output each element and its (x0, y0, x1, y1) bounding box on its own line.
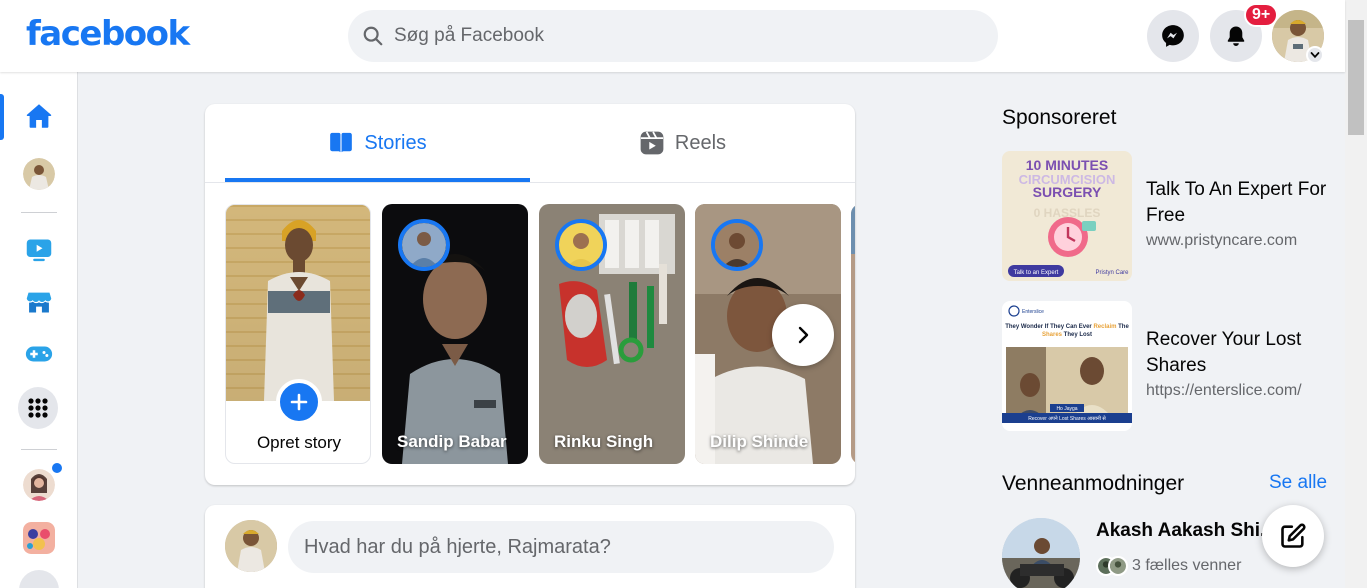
ad-brand: Pristyn Care (1095, 270, 1129, 276)
messenger-icon (1162, 25, 1184, 47)
book-icon (330, 132, 353, 153)
reels-icon (640, 131, 664, 155)
ad-title[interactable]: Talk To An Expert For Free (1146, 177, 1336, 229)
story-author-avatar (711, 219, 763, 271)
scrollbar-thumb[interactable] (1348, 20, 1364, 135)
plus-icon (290, 393, 308, 411)
rail-gaming[interactable] (19, 334, 59, 374)
post-composer: Hvad har du på hjerte, Rajmarata? (205, 505, 855, 588)
new-message-button[interactable] (1262, 505, 1324, 567)
story-photo (851, 204, 855, 464)
grid-icon (28, 398, 48, 418)
story-author-avatar (555, 219, 607, 271)
messenger-button[interactable] (1147, 10, 1199, 62)
ad-headline: 10 MINUTES (1026, 157, 1108, 173)
tab-reels-label: Reels (674, 131, 727, 154)
ad-image[interactable]: 10 MINUTES CIRCUMCISION SURGERY 0 HASSLE… (1002, 151, 1132, 281)
mutual-friends: 3 fælles venner (1096, 556, 1241, 576)
story-card[interactable]: Rinku Singh (539, 204, 685, 464)
facebook-logo[interactable]: facebook (26, 14, 190, 54)
avatar (23, 158, 55, 190)
ad-brand: Enterslice (1022, 309, 1044, 315)
ad-footer: Recover अपने Lost Shares आसानी से (1028, 415, 1106, 422)
tab-stories-label: Stories (364, 131, 427, 154)
menu-circle[interactable] (18, 387, 58, 429)
ad-cta: Talk to an Expert (1014, 270, 1059, 276)
avatar (23, 522, 55, 554)
ad-creative: Enterslice They Wonder If They Can Ever … (1002, 301, 1132, 431)
bell-icon (1227, 26, 1245, 46)
ad-creative: 10 MINUTES CIRCUMCISION SURGERY 0 HASSLE… (1002, 151, 1132, 281)
left-rail (0, 72, 78, 588)
gamepad-icon (25, 346, 53, 362)
ad-image[interactable]: Enterslice They Wonder If They Can Ever … (1002, 301, 1132, 431)
video-icon (26, 239, 52, 262)
story-author-name: Dilip Shinde (710, 432, 809, 451)
rail-divider (21, 212, 57, 213)
profile-photo (264, 220, 334, 401)
rail-divider (21, 449, 57, 450)
ad-line: SURGERY (1033, 184, 1102, 200)
ad-subtitle: Ho Jayga (1056, 406, 1077, 412)
rail-marketplace[interactable] (19, 282, 59, 322)
add-story-button[interactable] (276, 379, 322, 425)
story-author-name: Rinku Singh (554, 432, 654, 451)
search-bar[interactable] (348, 10, 998, 62)
tab-stories[interactable]: Stories (225, 104, 530, 182)
create-story-photo (226, 205, 370, 401)
search-icon (363, 26, 383, 46)
story-card[interactable]: Sandip Babar (382, 204, 528, 464)
friend-request-avatar[interactable] (1002, 518, 1080, 588)
stories-next-button[interactable] (772, 304, 834, 366)
compose-icon (1281, 523, 1306, 548)
ad-url: https://enterslice.com/ (1146, 382, 1302, 399)
rail-profile[interactable] (19, 154, 59, 194)
ad-headline-2: Shares They Lost (1042, 332, 1092, 338)
avatar (23, 469, 55, 501)
rail-watch[interactable] (19, 230, 59, 270)
tab-reels[interactable]: Reels (530, 104, 835, 182)
mutual-friends-count: 3 fælles venner (1132, 557, 1242, 574)
store-icon (26, 292, 52, 313)
notification-count-badge: 9+ (1244, 3, 1279, 27)
rail-shortcut-3[interactable] (19, 570, 59, 588)
chevron-down-icon (1310, 52, 1320, 59)
rail-menu-button[interactable] (18, 387, 58, 429)
see-all-link[interactable]: Se alle (1269, 472, 1327, 494)
more-shortcuts-circle[interactable] (19, 570, 59, 588)
search-input[interactable] (394, 25, 954, 47)
sponsored-heading: Sponsoreret (1002, 106, 1117, 129)
create-story-card[interactable]: Opret story (225, 204, 371, 464)
stories-card: Stories Reels Opret story Sandip Babar R… (205, 104, 855, 485)
create-story-label: Opret story (256, 433, 342, 452)
story-author-avatar (398, 219, 450, 271)
top-navigation-bar: facebook 9+ (0, 0, 1345, 72)
chevron-right-icon (798, 326, 809, 344)
rail-home[interactable] (19, 96, 59, 136)
rail-shortcut-2[interactable] (19, 518, 59, 558)
active-indicator (0, 94, 4, 140)
friend-requests-heading: Venneanmodninger (1002, 472, 1185, 495)
friend-request-name[interactable]: Akash Aakash Shi... (1096, 520, 1266, 542)
ad-headline: They Wonder If They Can Ever Reclaim The (1005, 324, 1129, 330)
tab-divider (205, 182, 855, 183)
account-menu-button[interactable] (1306, 46, 1324, 64)
story-card-partial[interactable] (851, 204, 855, 464)
unread-dot (50, 461, 64, 475)
ad-url: www.pristyncare.com (1146, 232, 1298, 249)
home-icon (26, 104, 52, 128)
ad-title[interactable]: Recover Your Lost Shares (1146, 327, 1336, 379)
composer-input[interactable]: Hvad har du på hjerte, Rajmarata? (288, 521, 834, 573)
avatar[interactable] (225, 520, 277, 572)
story-author-name: Sandip Babar (397, 432, 507, 451)
mutual-friend-avatar (1108, 556, 1128, 576)
